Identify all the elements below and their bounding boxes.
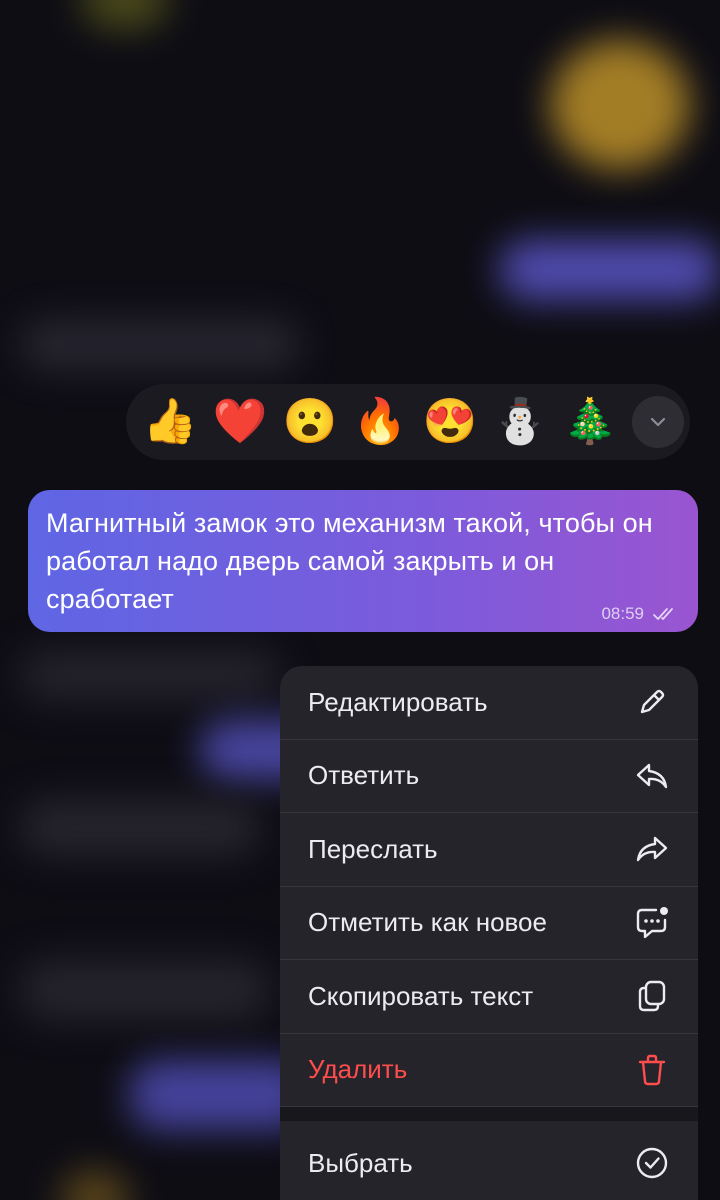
menu-item-label: Редактировать — [308, 686, 488, 717]
mark-unread-icon — [634, 905, 670, 941]
menu-item-label: Выбрать — [308, 1147, 413, 1178]
message-text: Магнитный замок это механизм такой, чтоб… — [46, 508, 653, 614]
blurred-sticker — [80, 0, 170, 30]
reaction-bar: 👍 ❤️ 😮 🔥 😍 ⛄ 🎄 — [126, 384, 690, 460]
expand-reactions-button[interactable] — [632, 396, 684, 448]
menu-item-edit[interactable]: Редактировать — [280, 666, 698, 740]
blurred-message — [20, 800, 260, 855]
reaction-thumbs-up[interactable]: 👍 — [140, 392, 200, 452]
menu-item-label: Ответить — [308, 760, 420, 791]
blurred-message — [20, 960, 270, 1020]
reaction-fire[interactable]: 🔥 — [350, 392, 410, 452]
message-bubble[interactable]: Магнитный замок это механизм такой, чтоб… — [28, 490, 698, 632]
pencil-icon — [634, 684, 670, 720]
reply-icon — [634, 758, 670, 794]
menu-item-label: Отметить как новое — [308, 907, 547, 938]
menu-item-mark-unread[interactable]: Отметить как новое — [280, 887, 698, 960]
menu-item-label: Переслать — [308, 833, 438, 864]
menu-item-select[interactable]: Выбрать — [280, 1121, 698, 1200]
reaction-heart[interactable]: ❤️ — [210, 392, 270, 452]
blurred-message — [20, 320, 300, 370]
blurred-sticker — [550, 40, 690, 170]
trash-icon — [634, 1052, 670, 1088]
message-time: 08:59 — [601, 604, 644, 623]
blurred-message — [500, 240, 720, 300]
menu-item-copy-text[interactable]: Скопировать текст — [280, 960, 698, 1034]
message-meta: 08:59 — [601, 604, 680, 624]
menu-item-reply[interactable]: Ответить — [280, 740, 698, 813]
reaction-snowman[interactable]: ⛄ — [490, 392, 550, 452]
menu-item-label: Скопировать текст — [308, 980, 534, 1011]
blurred-sticker — [60, 1170, 130, 1200]
reaction-christmas-tree[interactable]: 🎄 — [560, 392, 620, 452]
copy-icon — [634, 978, 670, 1014]
check-circle-icon — [634, 1145, 670, 1181]
menu-item-delete[interactable]: Удалить — [280, 1034, 698, 1107]
reaction-surprised[interactable]: 😮 — [280, 392, 340, 452]
menu-item-forward[interactable]: Переслать — [280, 813, 698, 887]
blurred-message — [20, 650, 280, 700]
chevron-down-icon — [650, 417, 666, 427]
menu-separator — [280, 1107, 698, 1121]
reaction-heart-eyes[interactable]: 😍 — [420, 392, 480, 452]
forward-icon — [634, 831, 670, 867]
double-check-icon — [653, 608, 673, 620]
message-context-menu: Редактировать Ответить Переслать Отметит… — [280, 666, 698, 1200]
menu-item-label: Удалить — [308, 1054, 408, 1085]
